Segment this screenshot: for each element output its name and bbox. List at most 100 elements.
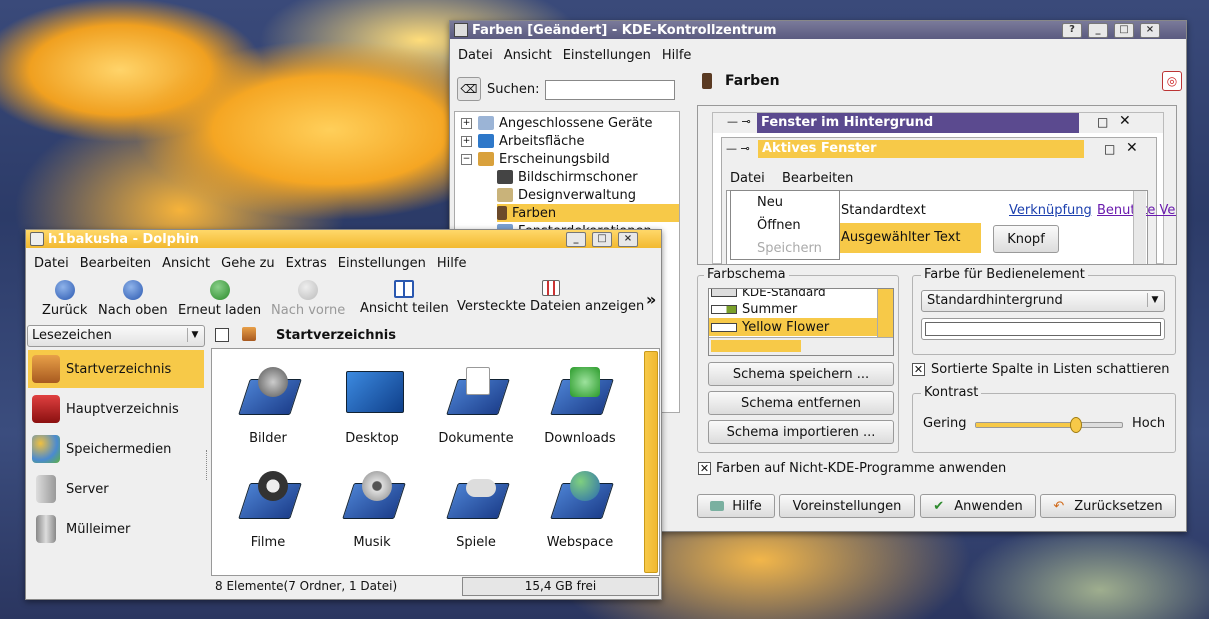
popup-neu: Neu <box>757 195 783 210</box>
place-storage[interactable]: Speichermedien <box>28 430 204 468</box>
menu-hilfe[interactable]: Hilfe <box>437 256 467 271</box>
scheme-hscroll[interactable] <box>709 337 893 355</box>
panel-splitter-handle[interactable] <box>206 450 210 480</box>
download-arrow-icon <box>570 367 600 397</box>
preview-popup-menu: Neu Öffnen Speichern <box>730 190 840 260</box>
help-icon <box>710 501 725 511</box>
minimize-button[interactable]: _ <box>1088 23 1108 38</box>
contrast-slider[interactable] <box>975 417 1123 433</box>
file-item-bilder[interactable]: Bilder <box>218 367 318 446</box>
close-button[interactable]: × <box>1140 23 1160 38</box>
contrast-group: Kontrast Gering Hoch <box>912 385 1176 453</box>
file-view: Bilder Desktop Dokumente Downloads Filme… <box>211 348 660 576</box>
scheme-item-yellow-flower[interactable]: Yellow Flower <box>709 318 879 336</box>
scheme-remove-button[interactable]: Schema entfernen <box>708 391 894 415</box>
tree-item-desktop[interactable]: + Arbeitsfläche <box>461 132 585 150</box>
tree-item-appearance[interactable]: − Erscheinungsbild <box>461 150 610 168</box>
standard-text: Standardtext <box>841 203 926 218</box>
up-icon <box>122 280 143 300</box>
back-icon <box>54 280 75 300</box>
tree-item-colors[interactable]: Farben <box>497 204 679 222</box>
max-icon: □ <box>1104 142 1116 156</box>
minimize-button[interactable]: _ <box>566 232 586 247</box>
back-button[interactable]: Zurück <box>42 280 87 318</box>
menu-datei[interactable]: Datei <box>458 48 493 63</box>
dolphin-title: h1bakusha - Dolphin <box>48 231 199 247</box>
menu-hilfe[interactable]: Hilfe <box>662 48 692 63</box>
close-icon: ✕ <box>1119 113 1131 129</box>
reload-icon <box>209 280 230 300</box>
scheme-save-button[interactable]: Schema speichern ... <box>708 362 894 386</box>
collapse-icon[interactable]: − <box>461 153 472 165</box>
split-view-button[interactable]: Ansicht teilen <box>360 280 449 316</box>
file-item-spiele[interactable]: Spiele <box>426 471 526 550</box>
lifebuoy-icon[interactable]: ◎ <box>1162 71 1182 91</box>
chevron-down-icon: ▼ <box>1147 293 1162 307</box>
file-item-dokumente[interactable]: Dokumente <box>426 367 526 446</box>
place-server[interactable]: Server <box>28 470 204 508</box>
contrast-high-label: Hoch <box>1132 416 1166 431</box>
help-button[interactable]: Hilfe <box>697 494 775 518</box>
dolphin-toolbar: Zurück Nach oben Erneut laden Nach vorne… <box>26 280 661 322</box>
tree-item-screensaver[interactable]: Bildschirmschoner <box>497 168 638 186</box>
shade-sorted-checkbox[interactable]: ✕ <box>912 363 925 376</box>
toggle-panel-icon[interactable] <box>215 328 229 342</box>
module-title: Farben <box>725 73 780 89</box>
active-title: Aktives Fenster <box>758 140 1084 158</box>
place-home[interactable]: Startverzeichnis <box>28 350 204 388</box>
toolbar-overflow-button[interactable]: » <box>646 290 656 309</box>
file-view-scrollbar[interactable] <box>644 351 658 573</box>
place-root[interactable]: Hauptverzeichnis <box>28 390 204 428</box>
menu-gehe-zu[interactable]: Gehe zu <box>221 256 275 271</box>
kcontrol-titlebar[interactable]: Farben [Geändert] - KDE-Kontrollzentrum … <box>450 21 1186 39</box>
reload-button[interactable]: Erneut laden <box>178 280 261 318</box>
clear-search-button[interactable]: ⌫ <box>457 77 481 101</box>
reset-button[interactable]: ↶ Zurücksetzen <box>1040 494 1176 518</box>
place-trash[interactable]: Mülleimer <box>28 510 204 548</box>
defaults-button[interactable]: Voreinstellungen <box>779 494 915 518</box>
dolphin-titlebar[interactable]: h1bakusha - Dolphin _ □ × <box>26 230 661 248</box>
file-item-webspace[interactable]: Webspace <box>530 471 630 550</box>
pin-icon: — ⊸ <box>727 115 751 128</box>
home-breadcrumb-icon[interactable] <box>242 327 256 341</box>
forward-button[interactable]: Nach vorne <box>271 280 345 318</box>
close-icon: ✕ <box>1126 140 1138 156</box>
menu-einstellungen[interactable]: Einstellungen <box>563 48 651 63</box>
maximize-button[interactable]: □ <box>1114 23 1134 38</box>
location-breadcrumb[interactable]: Startverzeichnis <box>276 328 396 343</box>
scheme-import-button[interactable]: Schema importieren ... <box>708 420 894 444</box>
expand-icon[interactable]: + <box>461 135 472 147</box>
expand-icon[interactable]: + <box>461 117 472 129</box>
link-text: Verknüpfung <box>1009 203 1092 218</box>
show-hidden-button[interactable]: Versteckte Dateien anzeigen <box>457 280 644 314</box>
scheme-item-summer[interactable]: Summer <box>711 300 797 318</box>
menu-ansicht[interactable]: Ansicht <box>504 48 552 63</box>
contrast-slider-handle[interactable] <box>1070 417 1083 433</box>
color-swatch-button[interactable] <box>921 318 1165 340</box>
panel-select[interactable]: Lesezeichen ▼ <box>27 325 205 347</box>
maximize-button[interactable]: □ <box>592 232 612 247</box>
free-space-bar: 15,4 GB frei <box>462 577 659 596</box>
widget-color-select[interactable]: Standardhintergrund ▼ <box>921 290 1165 312</box>
close-button[interactable]: × <box>618 232 638 247</box>
menu-ansicht[interactable]: Ansicht <box>162 256 210 271</box>
file-item-musik[interactable]: Musik <box>322 471 422 550</box>
file-item-filme[interactable]: Filme <box>218 471 318 550</box>
tree-item-themes[interactable]: Designverwaltung <box>497 186 636 204</box>
tree-item-devices[interactable]: + Angeschlossene Geräte <box>461 114 653 132</box>
scheme-vscroll[interactable] <box>877 289 893 337</box>
file-item-downloads[interactable]: Downloads <box>530 367 630 446</box>
menu-datei[interactable]: Datei <box>34 256 69 271</box>
apply-nonkde-checkbox[interactable]: ✕ <box>698 462 711 475</box>
menu-bearbeiten[interactable]: Bearbeiten <box>80 256 151 271</box>
preview-menu-datei: Datei <box>730 171 765 186</box>
apply-button[interactable]: ✔ Anwenden <box>920 494 1036 518</box>
search-input[interactable] <box>545 80 675 100</box>
up-button[interactable]: Nach oben <box>98 280 168 318</box>
help-title-button[interactable]: ? <box>1062 23 1082 38</box>
menu-einstellungen[interactable]: Einstellungen <box>338 256 426 271</box>
menu-extras[interactable]: Extras <box>286 256 327 271</box>
file-item-desktop[interactable]: Desktop <box>322 367 422 446</box>
chevron-down-icon: ▼ <box>187 328 202 342</box>
devices-icon <box>478 116 494 130</box>
